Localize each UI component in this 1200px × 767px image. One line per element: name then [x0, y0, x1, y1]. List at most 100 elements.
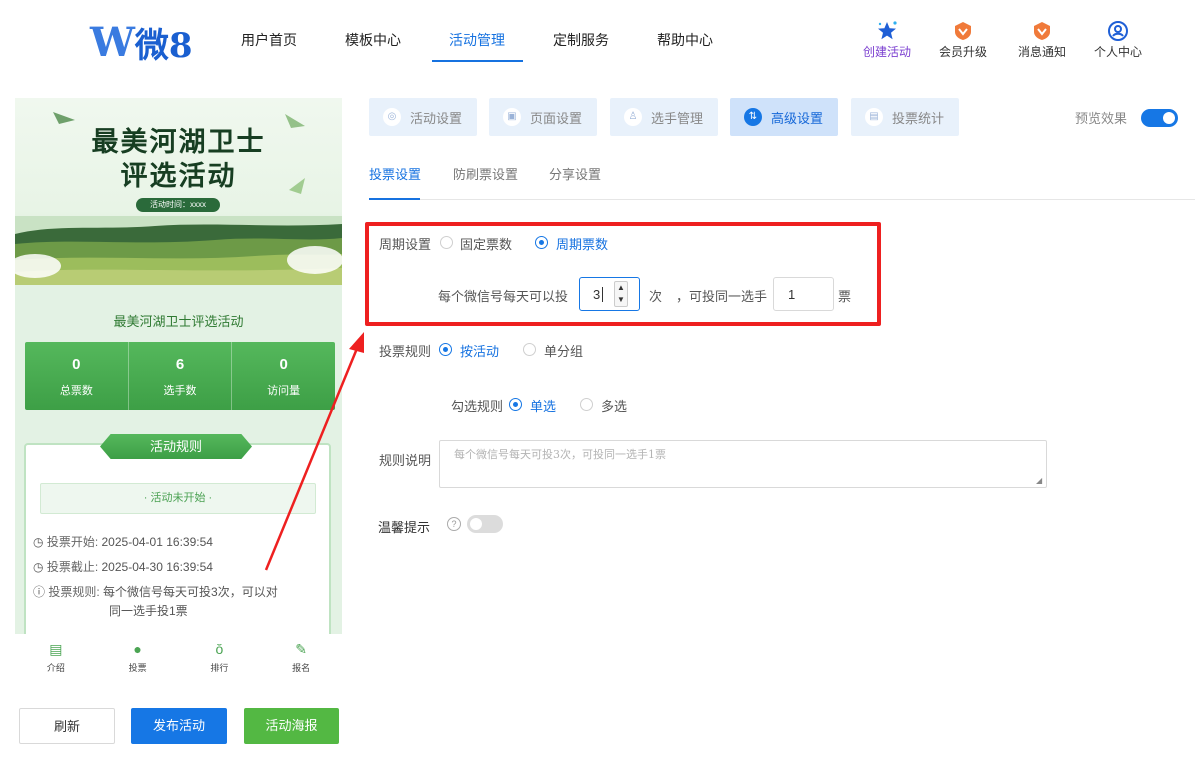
nav-custom-service[interactable]: 定制服务: [553, 30, 609, 50]
vote-rule-line-2: 同一选手投1票: [109, 604, 188, 618]
logo-mark: W: [90, 19, 135, 66]
tab-vote[interactable]: ● 投票: [97, 634, 179, 688]
mobile-tabbar: ▤ 介绍 ● 投票 ŏ 排行 ✎ 报名: [15, 634, 342, 688]
single-group-label[interactable]: 单分组: [544, 341, 583, 360]
tip-toggle[interactable]: [467, 515, 503, 533]
vote-icon: ●: [133, 641, 142, 657]
member-upgrade-button[interactable]: 会员升级: [933, 20, 993, 60]
preview-toggle-label: 预览效果: [1075, 111, 1128, 126]
member-upgrade-label: 会员升级: [938, 45, 987, 59]
intro-icon: ▤: [49, 641, 63, 657]
check-rule-label: 勾选规则: [451, 399, 504, 414]
stat-value: 0: [279, 356, 288, 373]
tab-intro-label: 介绍: [46, 663, 65, 673]
stat-visits: 0 访问量: [232, 342, 335, 410]
subtab-vote-settings[interactable]: 投票设置: [369, 164, 421, 183]
vote-rule-label: 投票规则:: [48, 585, 100, 599]
tab-contestant-management-label: 选手管理: [651, 110, 704, 126]
user-icon: [1088, 20, 1148, 42]
single-select-label[interactable]: 单选: [530, 396, 556, 415]
mobile-preview: 最美河湖卫士 评选活动 活动时间：xxxx 最美河湖卫士评选活动 0 总票数 6…: [15, 98, 342, 688]
stat-value: 6: [175, 356, 185, 373]
signup-icon: ✎: [295, 641, 307, 657]
tab-signup-label: 报名: [292, 663, 311, 673]
tab-page-settings-label: 页面设置: [530, 110, 583, 126]
preview-toggle[interactable]: [1141, 109, 1178, 127]
radio-single-select[interactable]: [509, 398, 522, 411]
create-activity-button[interactable]: 创建活动: [857, 20, 917, 60]
user-center-label: 个人中心: [1093, 45, 1142, 59]
stat-label: 总票数: [59, 385, 93, 397]
tab-page-settings[interactable]: ▣ 页面设置: [489, 98, 597, 136]
subtab-share-settings[interactable]: 分享设置: [549, 164, 601, 183]
logo-text: 微8: [134, 26, 193, 66]
settings-icon: ◎: [383, 108, 401, 126]
rule-desc-textarea[interactable]: 每个微信号每天可投3次，可投同一选手1票 ◢: [439, 440, 1047, 488]
tab-advanced-settings-label: 高级设置: [771, 110, 824, 126]
vote-end-value: 2025-04-30 16:39:54: [101, 560, 213, 574]
rules-title: 活动规则: [100, 434, 252, 459]
vip-badge-icon: [933, 20, 993, 42]
notifications-label: 消息通知: [1017, 45, 1066, 59]
stats-bar: 0 总票数 6 选手数 0 访问量: [25, 342, 335, 410]
info-icon: ⓘ: [33, 585, 49, 599]
tab-activity-settings-label: 活动设置: [410, 110, 463, 126]
bell-badge-icon: [1012, 20, 1072, 42]
vote-end-line: ◷ 投票截止: 2025-04-30 16:39:54: [33, 558, 213, 576]
radio-by-activity[interactable]: [439, 343, 452, 356]
advanced-icon: ⇅: [744, 108, 762, 126]
by-activity-label[interactable]: 按活动: [460, 341, 499, 360]
radio-single-group[interactable]: [523, 343, 536, 356]
stat-value: 0: [72, 356, 81, 373]
resize-handle-icon[interactable]: ◢: [1036, 477, 1044, 485]
stats-icon: ▤: [865, 108, 883, 126]
vote-rule-text-1: 每个微信号每天可投3次，可以对: [103, 585, 278, 599]
logo[interactable]: W 微8: [90, 18, 193, 67]
tip-label: 温馨提示: [378, 520, 431, 535]
radio-multi-select[interactable]: [580, 398, 593, 411]
tab-vote-label: 投票: [128, 663, 147, 673]
user-center-button[interactable]: 个人中心: [1088, 20, 1148, 60]
page-icon: ▣: [503, 108, 521, 126]
clock-icon: ◷: [33, 535, 47, 549]
tab-contestant-management[interactable]: ♙ 选手管理: [610, 98, 718, 136]
publish-activity-button[interactable]: 发布活动: [131, 708, 227, 744]
subtab-anti-fraud[interactable]: 防刷票设置: [453, 164, 518, 183]
banner-title-line2: 评选活动: [120, 161, 237, 192]
nav-help[interactable]: 帮助中心: [657, 30, 713, 50]
tab-ranking-label: 排行: [210, 663, 229, 673]
banner-time: 活动时间：xxxx: [136, 198, 220, 212]
vote-start-line: ◷ 投票开始: 2025-04-01 16:39:54: [33, 533, 213, 551]
clock-icon: ◷: [33, 560, 47, 574]
vote-end-label: 投票截止:: [46, 560, 99, 574]
help-icon[interactable]: ?: [447, 517, 461, 531]
tab-vote-statistics[interactable]: ▤ 投票统计: [851, 98, 959, 136]
tab-intro[interactable]: ▤ 介绍: [15, 634, 97, 688]
top-header: W 微8 用户首页 模板中心 活动管理 定制服务 帮助中心 创建活动 会员升级 …: [0, 0, 1200, 86]
subtab-active-indicator: [369, 198, 420, 200]
stat-total-votes: 0 总票数: [25, 342, 129, 410]
rule-desc-placeholder: 每个微信号每天可投3次，可投同一选手1票: [454, 448, 666, 461]
activity-name: 最美河湖卫士评选活动: [113, 314, 244, 329]
tab-vote-statistics-label: 投票统计: [892, 110, 945, 126]
stat-label: 选手数: [163, 385, 197, 397]
stat-contestants: 6 选手数: [129, 342, 233, 410]
tab-advanced-settings[interactable]: ⇅ 高级设置: [730, 98, 838, 136]
nav-templates[interactable]: 模板中心: [345, 30, 401, 50]
refresh-button[interactable]: 刷新: [19, 708, 115, 744]
multi-select-label[interactable]: 多选: [601, 396, 627, 415]
vote-start-label: 投票开始:: [46, 535, 99, 549]
tab-signup[interactable]: ✎ 报名: [260, 634, 342, 688]
tab-activity-settings[interactable]: ◎ 活动设置: [369, 98, 477, 136]
notifications-button[interactable]: 消息通知: [1012, 20, 1072, 60]
subtab-divider: [369, 199, 1195, 200]
activity-poster-button[interactable]: 活动海报: [244, 708, 339, 744]
activity-banner: 最美河湖卫士 评选活动 活动时间：xxxx: [15, 98, 342, 285]
tab-ranking[interactable]: ŏ 排行: [179, 634, 261, 688]
nav-home[interactable]: 用户首页: [241, 30, 297, 50]
nav-activity-management[interactable]: 活动管理: [449, 30, 505, 50]
star-icon: [857, 20, 917, 42]
vote-rule-label: 投票规则: [379, 344, 432, 359]
highlight-box: [365, 222, 881, 326]
nav-active-indicator: [432, 60, 523, 62]
